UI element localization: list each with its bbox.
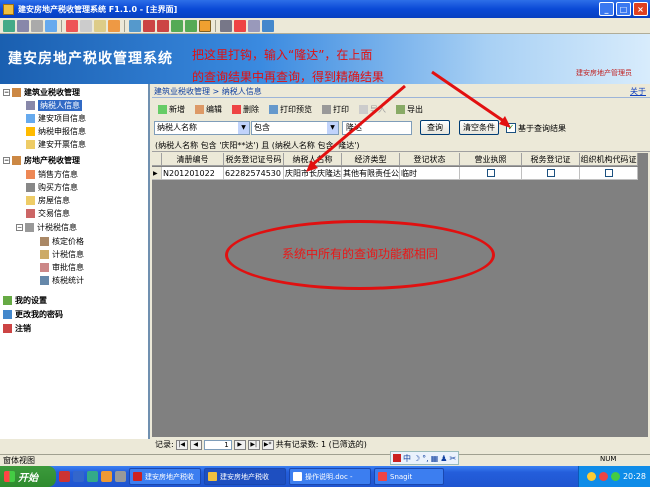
next-record-icon[interactable]: ▶	[233, 439, 246, 450]
keyboard-icon[interactable]: ▦	[431, 454, 439, 463]
arrow-to-checkbox	[431, 70, 506, 124]
tray-icon[interactable]	[586, 472, 596, 481]
tool-icon[interactable]: ✂	[449, 454, 456, 463]
windows-logo-icon	[4, 471, 15, 482]
quicklaunch-icon[interactable]	[87, 471, 98, 482]
quicklaunch-icon[interactable]	[73, 471, 84, 482]
record-navigator: 记录: |◀ ◀ 1 ▶ ▶| ▶* 共有记录数: 1 (已筛选的)	[152, 438, 650, 451]
taskbar: 开始 建安房地产税收 建安房地产税收 操作说明.doc - Snagit 20:…	[0, 466, 650, 487]
pager-label: 记录:	[155, 440, 174, 449]
first-record-icon[interactable]: |◀	[175, 439, 188, 450]
annotation-ellipse: 系统中所有的查询功能都相同	[225, 220, 495, 290]
taskbar-item-active[interactable]: 建安房地产税收	[204, 468, 286, 485]
user-icon[interactable]: ♟	[440, 454, 447, 463]
taskbar-item[interactable]: 建安房地产税收	[129, 468, 201, 485]
moon-icon[interactable]: ☽	[413, 454, 420, 463]
punctuation-icon[interactable]: °,	[422, 454, 429, 463]
last-record-icon[interactable]: ▶|	[247, 439, 260, 450]
quicklaunch-icon[interactable]	[59, 471, 70, 482]
start-button[interactable]: 开始	[0, 466, 56, 487]
tray-icon[interactable]	[598, 472, 608, 481]
taskbar-item[interactable]: 操作说明.doc -	[289, 468, 371, 485]
annotation-center-text: 系统中所有的查询功能都相同	[281, 247, 438, 261]
word-icon	[293, 472, 302, 481]
prev-record-icon[interactable]: ◀	[189, 439, 202, 450]
ime-logo-icon	[393, 454, 401, 462]
ime-toolbar[interactable]: 中 ☽ °, ▦ ♟ ✂	[390, 451, 460, 465]
numlock-indicator: NUM	[600, 455, 617, 463]
clock: 20:28	[622, 472, 646, 481]
app-icon	[208, 472, 217, 481]
status-text: 窗体视图	[3, 456, 35, 465]
status-bar: 窗体视图	[0, 454, 650, 466]
arrow-to-grid-row	[311, 84, 406, 167]
snagit-icon	[378, 472, 387, 481]
current-record-input[interactable]: 1	[203, 439, 232, 450]
ime-mode[interactable]: 中	[403, 453, 411, 464]
record-count: 共有记录数: 1 (已筛选的)	[275, 440, 367, 449]
system-tray: 20:28	[578, 466, 650, 487]
tray-icon[interactable]	[610, 472, 620, 481]
quicklaunch-icon[interactable]	[115, 471, 126, 482]
taskbar-item[interactable]: Snagit	[374, 468, 444, 485]
new-record-icon[interactable]: ▶*	[261, 439, 274, 450]
access-icon	[133, 472, 142, 481]
quicklaunch-icon[interactable]	[101, 471, 112, 482]
